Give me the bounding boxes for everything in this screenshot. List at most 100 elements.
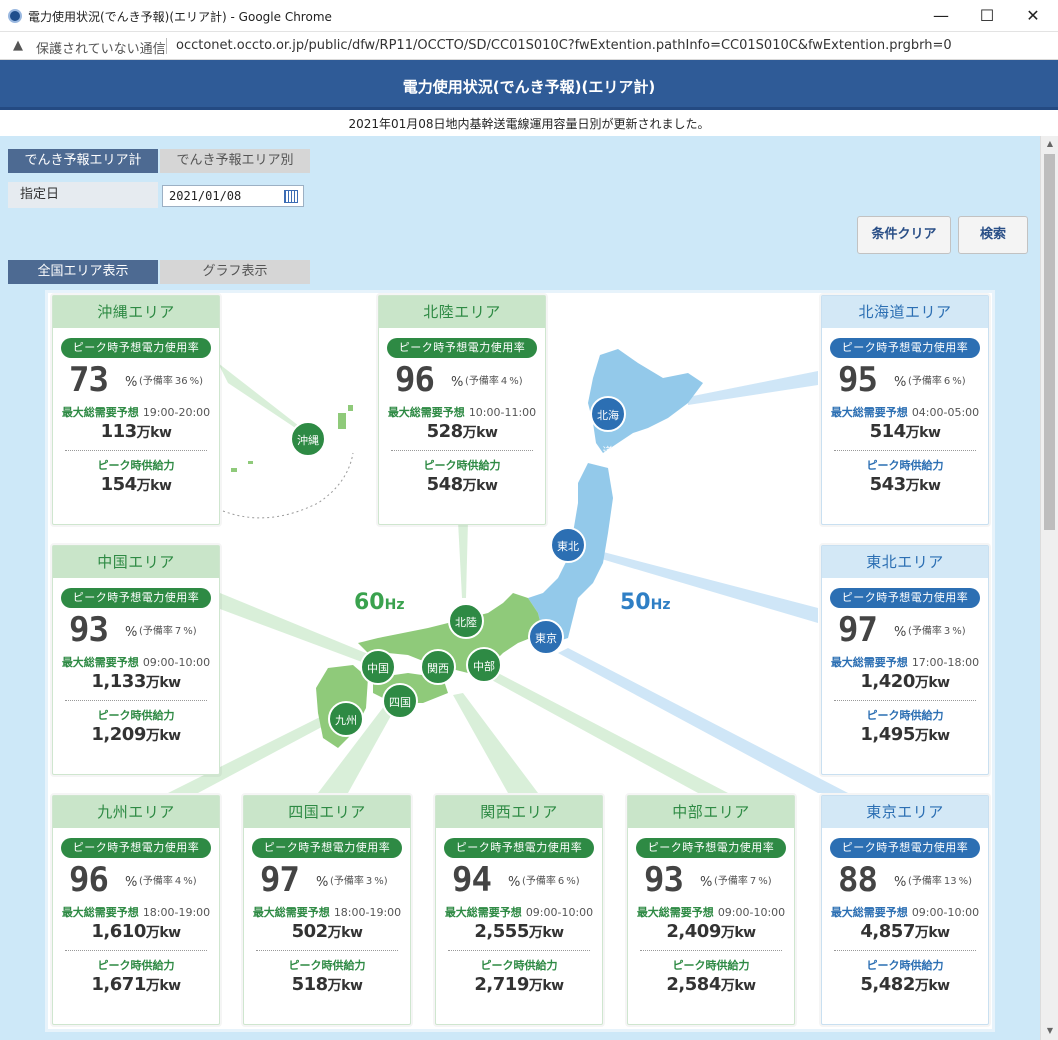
demand-label: 最大総需要予想 [61, 406, 139, 419]
demand-unit: 万kw [528, 925, 564, 941]
area-card-hokuriku[interactable]: 北陸エリア ピーク時予想電力使用率 96% (予備率 4%) 最大総需要予想 10:00-1… [378, 295, 546, 525]
marker-chugoku[interactable]: 中国 [360, 649, 396, 685]
supply-value: 2,719 [474, 974, 529, 995]
demand-label: 最大総需要予想 [830, 406, 908, 419]
marker-chubu[interactable]: 中部 [466, 647, 502, 683]
search-button[interactable]: 検索 [958, 216, 1028, 254]
demand-value: 502 [291, 921, 329, 942]
demand-value: 514 [869, 421, 907, 442]
demand-label-row: 最大総需要予想 09:00-10:00 [436, 904, 602, 920]
minimize-icon[interactable]: — [918, 2, 964, 30]
url-text[interactable]: occtonet.occto.or.jp/public/dfw/RP11/OCC… [176, 38, 952, 53]
scroll-up-icon[interactable]: ▲ [1041, 139, 1058, 148]
card-divider [834, 700, 976, 701]
area-card-kansai[interactable]: 関西エリア ピーク時予想電力使用率 94% (予備率 6%) 最大総需要予想 09:00-1… [435, 795, 603, 1025]
usage-rate: 93 [69, 610, 109, 650]
tab-map-view[interactable]: 全国エリア表示 [8, 260, 158, 284]
area-card-shikoku[interactable]: 四国エリア ピーク時予想電力使用率 97% (予備率 3%) 最大総需要予想 18:00-1… [243, 795, 411, 1025]
marker-hokuriku[interactable]: 北陸 [448, 603, 484, 639]
demand-time: 04:00-05:00 [911, 406, 980, 419]
scroll-thumb[interactable] [1044, 154, 1055, 530]
area-card-kyushu[interactable]: 九州エリア ピーク時予想電力使用率 96% (予備率 4%) 最大総需要予想 18:00-1… [52, 795, 220, 1025]
reserve-rate: (予備率 36%) [139, 372, 203, 387]
demand-label: 最大総需要予想 [830, 656, 908, 669]
area-card-tokyo[interactable]: 東京エリア ピーク時予想電力使用率 88% (予備率 13%) 最大総需要予想 09:00-… [821, 795, 989, 1025]
marker-tokyo[interactable]: 東京 [528, 619, 564, 655]
tab-graph-view[interactable]: グラフ表示 [160, 260, 310, 284]
marker-okinawa[interactable]: 沖縄 [290, 421, 326, 457]
reserve-suffix: %) [189, 376, 204, 387]
chrome-logo-icon [8, 9, 22, 23]
marker-shikoku[interactable]: 四国 [382, 683, 418, 719]
area-card-tohoku[interactable]: 東北エリア ピーク時予想電力使用率 97% (予備率 3%) 最大総需要予想 17:00-1… [821, 545, 989, 775]
area-name: 関西エリア [436, 796, 602, 828]
supply-value-row: 1,209万kw [53, 723, 219, 747]
clear-button[interactable]: 条件クリア [857, 216, 951, 254]
demand-value: 1,133 [91, 671, 146, 692]
supply-unit: 万kw [720, 978, 756, 994]
supply-unit: 万kw [136, 478, 172, 494]
supply-value: 518 [291, 974, 329, 995]
security-label[interactable]: 保護されていない通信 [36, 38, 166, 57]
usage-rate: 95 [838, 360, 878, 400]
card-divider [391, 450, 533, 451]
supply-unit: 万kw [914, 728, 950, 744]
reserve-value: 6 [557, 876, 565, 887]
reserve-rate: (予備率 4%) [465, 372, 523, 387]
calendar-icon[interactable] [284, 190, 298, 203]
area-card-hokkaido[interactable]: 北海道エリア ピーク時予想電力使用率 95% (予備率 6%) 最大総需要予想 04:00-… [821, 295, 989, 525]
area-name: 北海道エリア [822, 296, 988, 328]
window-title: 電力使用状況(でんき予報)(エリア計) - Google Chrome [28, 10, 332, 24]
supply-value: 548 [426, 474, 464, 495]
area-card-chugoku[interactable]: 中国エリア ピーク時予想電力使用率 93% (予備率 7%) 最大総需要予想 09:00-1… [52, 545, 220, 775]
maximize-icon[interactable]: ☐ [964, 2, 1010, 30]
reserve-suffix: %) [374, 876, 388, 887]
percent-sign: % [894, 375, 907, 390]
area-name: 四国エリア [244, 796, 410, 828]
card-divider [834, 450, 976, 451]
close-icon[interactable]: ✕ [1010, 2, 1056, 30]
area-name: 沖縄エリア [53, 296, 219, 328]
demand-time: 10:00-11:00 [468, 406, 537, 419]
supply-value: 543 [869, 474, 907, 495]
reserve-prefix: (予備率 [330, 876, 364, 887]
marker-tohoku[interactable]: 東北 [550, 527, 586, 563]
address-bar[interactable]: ▲ 保護されていない通信 occtonet.occto.or.jp/public… [0, 32, 1058, 60]
tab-area-each[interactable]: でんき予報エリア別 [160, 149, 310, 173]
card-divider [65, 450, 207, 451]
marker-kansai[interactable]: 関西 [420, 649, 456, 685]
percent-sign: % [125, 625, 138, 640]
rate-pill: ピーク時予想電力使用率 [636, 838, 786, 858]
reserve-rate: (予備率 7%) [714, 872, 772, 887]
supply-unit: 万kw [914, 978, 950, 994]
rate-row: 94% (予備率 6%) [436, 858, 602, 900]
marker-hokkaido[interactable]: 北海道 [590, 396, 626, 458]
supply-label: ピーク時供給力 [423, 459, 501, 472]
demand-time: 09:00-10:00 [911, 906, 980, 919]
reserve-suffix: %) [952, 626, 966, 637]
reserve-suffix: %) [566, 876, 580, 887]
demand-value: 4,857 [860, 921, 915, 942]
area-card-chubu[interactable]: 中部エリア ピーク時予想電力使用率 93% (予備率 7%) 最大総需要予想 09:00-1… [627, 795, 795, 1025]
demand-value-row: 2,555万kw [436, 920, 602, 944]
warning-icon[interactable]: ▲ [13, 38, 23, 53]
page-scrollbar[interactable]: ▲ ▼ [1040, 136, 1058, 1040]
scroll-down-icon[interactable]: ▼ [1041, 1026, 1058, 1035]
reserve-suffix: %) [183, 626, 197, 637]
area-card-okinawa[interactable]: 沖縄エリア ピーク時予想電力使用率 73% (予備率 36%) 最大総需要予想 19:00-… [52, 295, 220, 525]
marker-kyushu[interactable]: 九州 [328, 701, 364, 737]
reserve-value: 13 [943, 876, 957, 887]
demand-label-row: 最大総需要予想 10:00-11:00 [379, 404, 545, 420]
demand-unit: 万kw [905, 425, 941, 441]
reserve-rate: (予備率 4%) [139, 872, 197, 887]
demand-value-row: 502万kw [244, 920, 410, 944]
reserve-value: 3 [365, 876, 373, 887]
tab-area-total[interactable]: でんき予報エリア計 [8, 149, 158, 173]
supply-unit: 万kw [528, 978, 564, 994]
reserve-rate: (予備率 7%) [139, 622, 197, 637]
beam-hokuriku [458, 521, 468, 598]
reserve-suffix: %) [952, 376, 966, 387]
okinawa-boundary [222, 452, 354, 519]
date-input[interactable]: 2021/01/08 [162, 185, 304, 207]
reserve-prefix: (予備率 [908, 626, 942, 637]
